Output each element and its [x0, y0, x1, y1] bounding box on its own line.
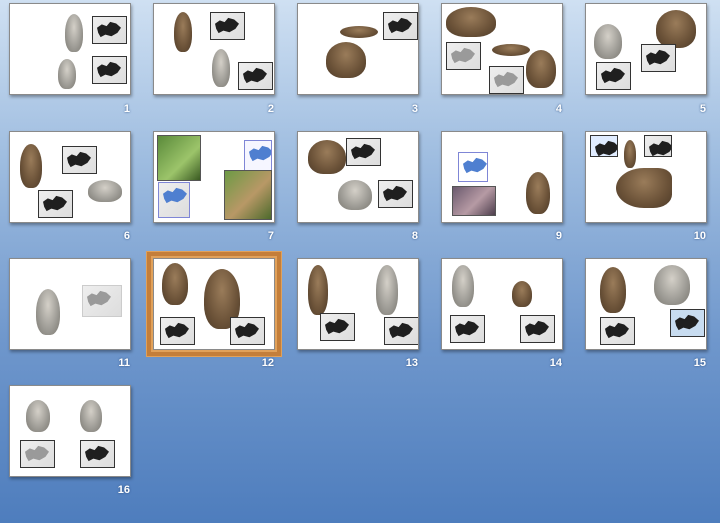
slide-number-4: 4: [555, 103, 562, 115]
slide-thumbnail-3[interactable]: [297, 3, 419, 95]
range-map: [450, 315, 485, 343]
slide-number-12: 12: [261, 357, 274, 369]
falcon-photo: [157, 135, 201, 181]
range-map: [670, 309, 705, 337]
owl-illustration: [308, 265, 328, 315]
range-map: [230, 317, 265, 345]
slide-thumbnail-5[interactable]: [585, 3, 707, 95]
bird-illustration: [58, 59, 76, 89]
range-map: [244, 140, 272, 172]
bird-illustration: [616, 168, 672, 208]
slide-number-9: 9: [555, 230, 562, 242]
slide-number-14: 14: [549, 357, 562, 369]
bird-illustration: [36, 289, 60, 335]
bird-illustration: [174, 12, 192, 52]
range-map: [446, 42, 481, 70]
bird-illustration: [326, 42, 366, 78]
bird-illustration: [212, 49, 230, 87]
owl-illustration: [26, 400, 50, 432]
range-map: [384, 317, 418, 345]
slide-thumbnail-12[interactable]: [147, 252, 281, 356]
slide-number-3: 3: [411, 103, 418, 115]
slide-sorter-pane: 1 2 3 4 5 6 7 8 9 10 11 12 13 14 15 16: [0, 0, 720, 523]
bird-illustration: [624, 140, 636, 168]
range-map: [158, 182, 190, 218]
range-map: [82, 285, 122, 317]
bird-illustration: [492, 44, 530, 56]
range-map: [80, 440, 115, 468]
falcon-photo: [452, 186, 496, 216]
slide-number-10: 10: [693, 230, 706, 242]
bird-illustration: [340, 26, 378, 38]
slide-number-2: 2: [267, 103, 274, 115]
slide-thumbnail-15[interactable]: [585, 258, 707, 350]
bird-illustration: [526, 172, 550, 214]
range-map: [92, 16, 127, 44]
owl-illustration: [162, 263, 188, 305]
bird-illustration: [20, 144, 42, 188]
range-map: [596, 62, 631, 90]
range-map: [600, 317, 635, 345]
range-map: [378, 180, 413, 208]
owl-illustration: [600, 267, 626, 313]
bird-illustration: [65, 14, 83, 52]
range-map: [458, 152, 488, 182]
slide-thumbnail-8[interactable]: [297, 131, 419, 223]
slide-thumbnail-1[interactable]: [9, 3, 131, 95]
slide-thumbnail-16[interactable]: [9, 385, 131, 477]
slide-number-1: 1: [123, 103, 130, 115]
range-map: [210, 12, 245, 40]
bird-illustration: [446, 7, 496, 37]
bird-illustration: [308, 140, 346, 174]
range-map: [520, 315, 555, 343]
slide-number-8: 8: [411, 230, 418, 242]
owl-illustration: [512, 281, 532, 307]
range-map: [20, 440, 55, 468]
owl-illustration: [654, 265, 690, 305]
slide-number-11: 11: [118, 357, 130, 369]
range-map: [383, 12, 418, 40]
bird-illustration: [88, 180, 122, 202]
slide-thumbnail-10[interactable]: [585, 131, 707, 223]
slide-number-7: 7: [267, 230, 274, 242]
range-map: [38, 190, 73, 218]
slide-number-15: 15: [693, 357, 706, 369]
owl-illustration: [376, 265, 398, 315]
slide-number-13: 13: [405, 357, 418, 369]
falcon-photo: [224, 170, 272, 220]
slide-number-6: 6: [123, 230, 130, 242]
bird-illustration: [338, 180, 372, 210]
slide-number-16: 16: [117, 484, 130, 496]
owl-illustration: [452, 265, 474, 307]
slide-thumbnail-6[interactable]: [9, 131, 131, 223]
slide-number-5: 5: [699, 103, 706, 115]
slide-thumbnail-13[interactable]: [297, 258, 419, 350]
slide-thumbnail-14[interactable]: [441, 258, 563, 350]
range-map: [92, 56, 127, 84]
slide-thumbnail-9[interactable]: [441, 131, 563, 223]
range-map: [644, 135, 672, 157]
range-map: [346, 138, 381, 166]
slide-thumbnail-2[interactable]: [153, 3, 275, 95]
range-map: [641, 44, 676, 72]
slide-thumbnail-4[interactable]: [441, 3, 563, 95]
slide-thumbnail-7[interactable]: [153, 131, 275, 223]
slide-thumbnail-11[interactable]: [9, 258, 131, 350]
range-map: [320, 313, 355, 341]
bird-illustration: [526, 50, 556, 88]
range-map: [160, 317, 195, 345]
bird-illustration: [594, 24, 622, 59]
range-map: [238, 62, 273, 90]
range-map: [489, 66, 524, 94]
range-map: [590, 135, 618, 157]
owl-illustration: [80, 400, 102, 432]
range-map: [62, 146, 97, 174]
bird-illustration: [656, 10, 696, 48]
